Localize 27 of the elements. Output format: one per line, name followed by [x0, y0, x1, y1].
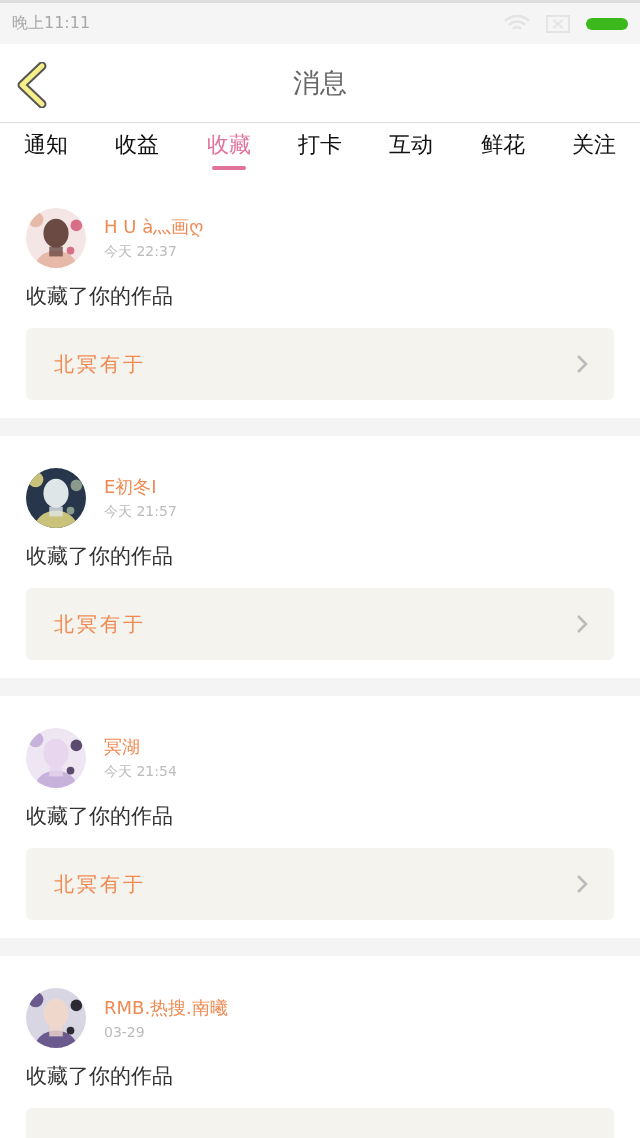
user-name[interactable]: RMB.热搜.南曦: [104, 996, 228, 1020]
user-name[interactable]: 冥湖: [104, 735, 177, 759]
tab[interactable]: 收益: [111, 123, 164, 176]
message-time: 今天 21:57: [104, 503, 177, 521]
work-link[interactable]: 北冥有于: [26, 328, 614, 400]
message-text: 收藏了你的作品: [26, 803, 174, 830]
message-text: 收藏了你的作品: [26, 1063, 174, 1090]
user-name[interactable]: E初冬I: [104, 475, 177, 499]
message-time: 今天 21:54: [104, 763, 177, 781]
message-time: 03-29: [104, 1024, 146, 1040]
message-text: 收藏了你的作品: [26, 283, 174, 310]
tab[interactable]: 打卡: [293, 123, 346, 176]
tab[interactable]: 关注: [568, 123, 621, 176]
status-time: 晚上11:11: [12, 13, 91, 34]
tab[interactable]: 通知: [19, 123, 72, 176]
work-title: 北冥有于: [54, 870, 146, 898]
work-title: 北冥有于: [54, 350, 146, 378]
user-name[interactable]: H U à灬画ღ: [104, 215, 204, 239]
work-link[interactable]: 北冥有于: [26, 588, 614, 660]
tab[interactable]: 鲜花: [476, 123, 529, 176]
tab[interactable]: 收藏: [202, 123, 255, 176]
page-title: 消息: [293, 66, 347, 100]
work-link[interactable]: 北冥有于: [26, 848, 614, 920]
tab[interactable]: 互动: [385, 123, 438, 176]
message-text: 收藏了你的作品: [26, 543, 174, 570]
message-time: 今天 22:37: [104, 243, 178, 261]
work-title: 北冥有于: [54, 610, 146, 638]
